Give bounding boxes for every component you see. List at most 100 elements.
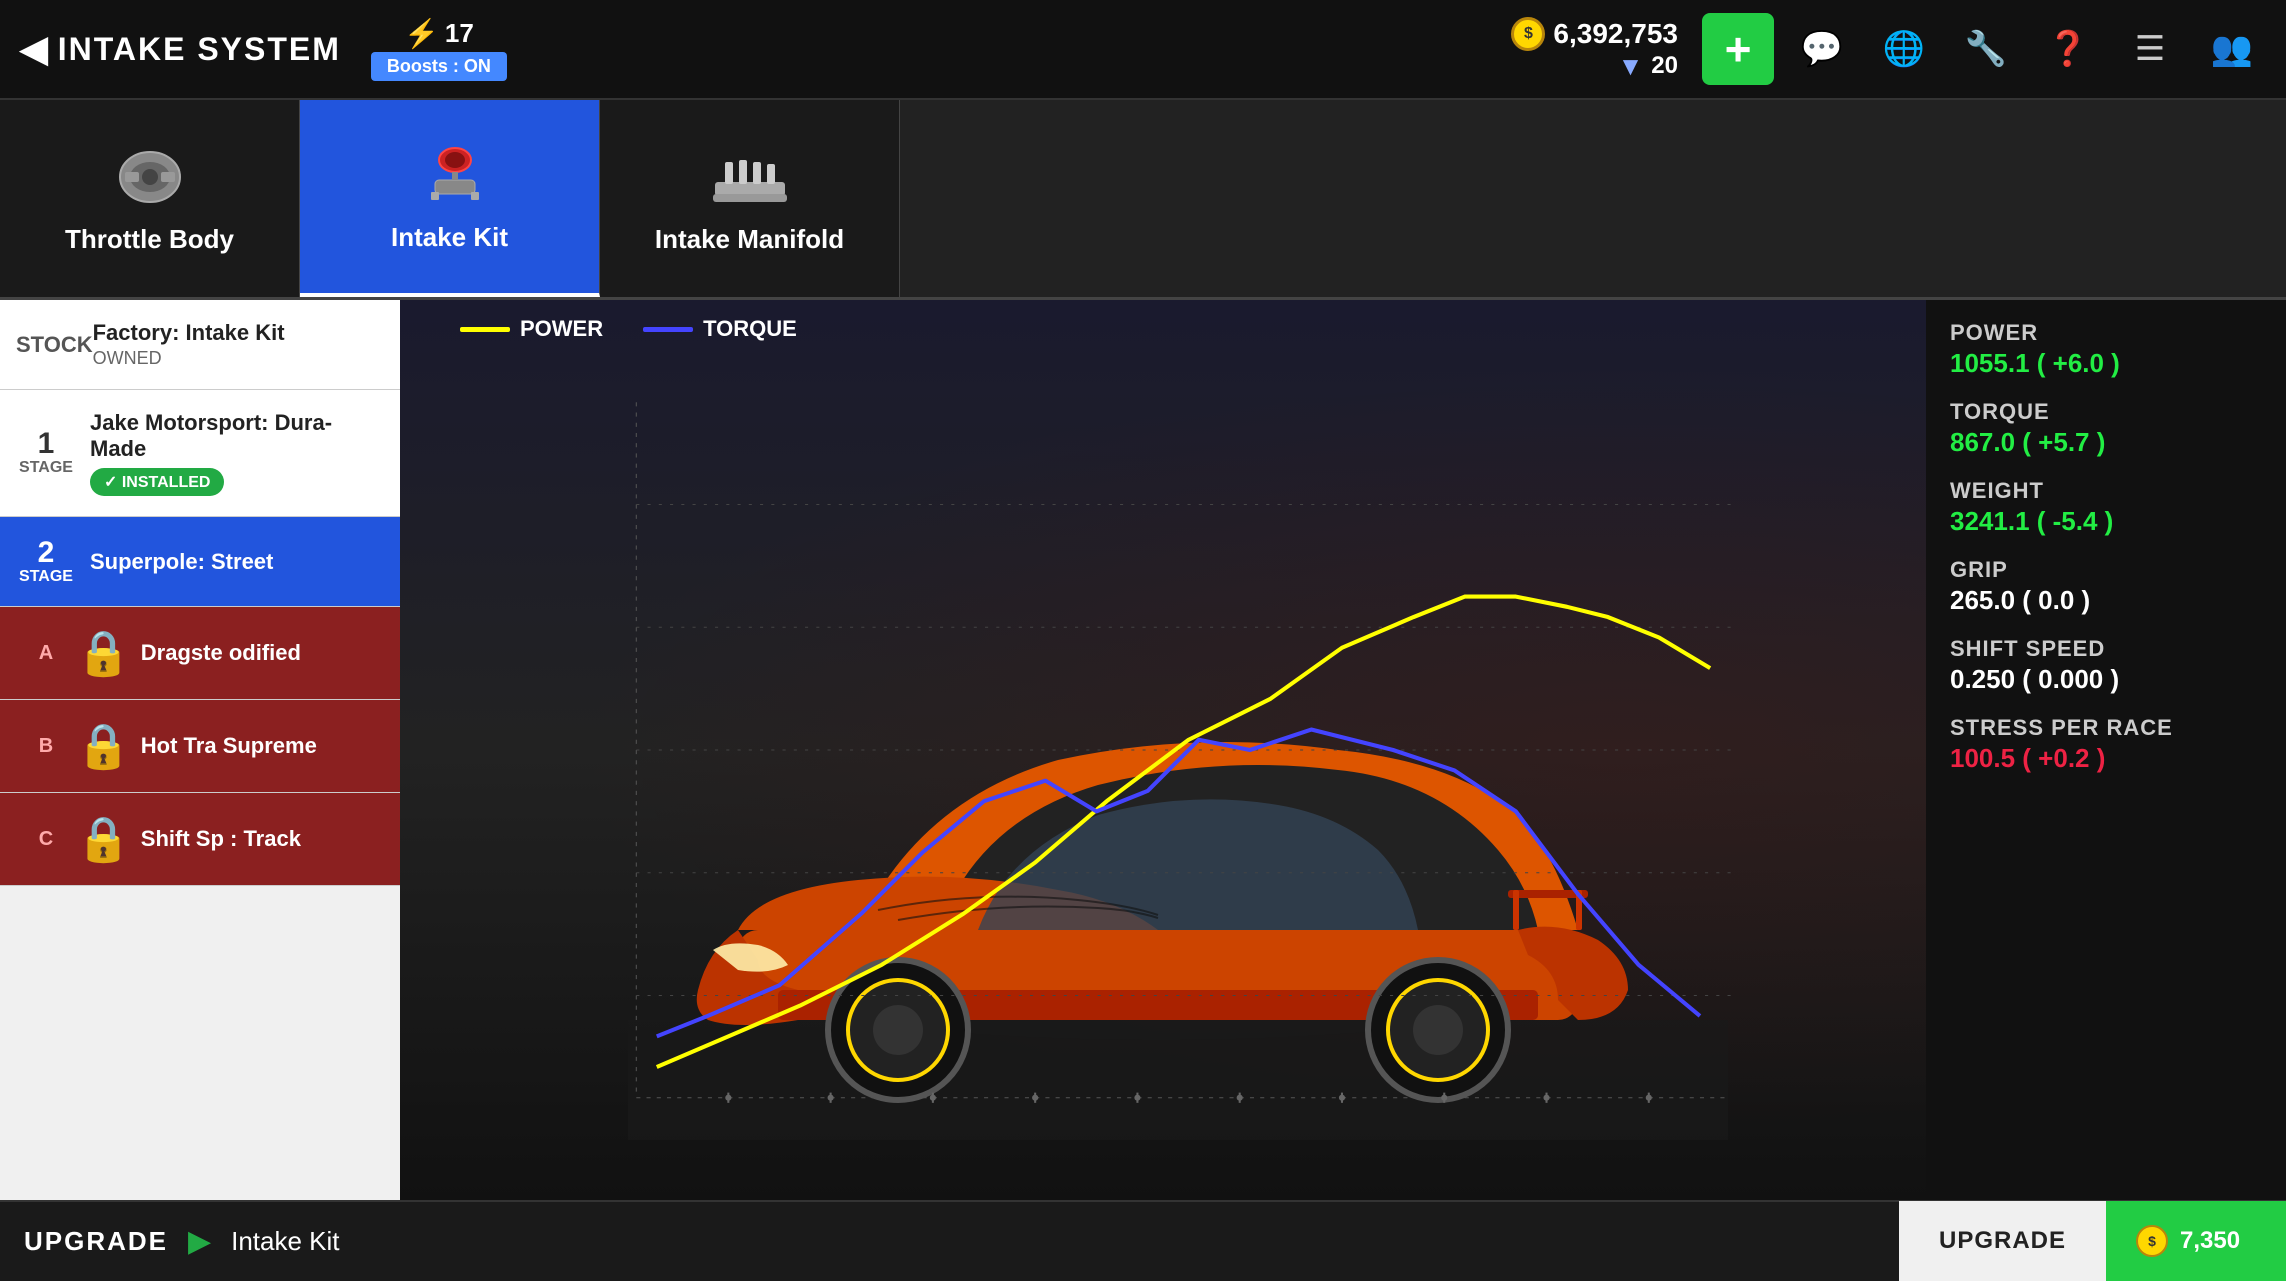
gems-display: ▼ 20 [1618,51,1678,82]
header-right: $ 6,392,753 ▼ 20 + 💬 🌐 🔧 ❓ ☰ 👥 [1511,13,2266,85]
stat-shift-speed: SHIFT SPEED 0.250 ( 0.000 ) [1950,636,2262,695]
upgrade-info-stage2: Superpole: Street [90,549,384,575]
menu-button[interactable]: ☰ [2116,15,2184,83]
power-line-indicator [460,327,510,332]
tab-throttle-body[interactable]: Throttle Body [0,100,300,297]
upgrade-info-stage1: Jake Motorsport: Dura-Made ✓ INSTALLED [90,410,384,496]
upgrade-sub-stock: OWNED [93,348,384,369]
upgrade-item-pro-b[interactable]: B 🔒 Hot Tra Supreme [0,700,400,793]
grip-label: GRIP [1950,557,2262,583]
stat-grip: GRIP 265.0 ( 0.0 ) [1950,557,2262,616]
gems-amount: 20 [1651,52,1678,80]
grip-value: 265.0 ( 0.0 ) [1950,585,2262,616]
stress-label: STRESS PER RACE [1950,715,2262,741]
stat-weight: WEIGHT 3241.1 ( -5.4 ) [1950,478,2262,537]
cost-coin-icon: $ [2136,1225,2168,1257]
power-value: 1055.1 ( +6.0 ) [1950,348,2262,379]
lightning-badge: ⚡ 17 [404,17,474,50]
stage1-text: STAGE [19,459,73,477]
bottom-part-name: Intake Kit [231,1226,339,1257]
bottom-left: UPGRADE ▶ Intake Kit [0,1224,1899,1259]
right-panel: POWER 1055.1 ( +6.0 ) TORQUE 867.0 ( +5.… [1926,300,2286,1200]
stage1-num: 1 [38,429,55,459]
upgrade-item-stage2[interactable]: 2 STAGE Superpole: Street [0,517,400,607]
tab-intake-kit-label: Intake Kit [391,222,508,253]
bottom-right: UPGRADE $ 7,350 [1899,1201,2286,1281]
play-icon: ▶ [188,1224,211,1259]
globe-button[interactable]: 🌐 [1870,15,1938,83]
page-title: INTAKE SYSTEM [58,31,341,68]
tabs-row: Throttle Body Intake Kit [0,100,2286,300]
upgrade-name-pro-c: Shift Sp : Track [141,826,384,852]
currency-info: $ 6,392,753 ▼ 20 [1511,17,1678,82]
stat-torque: TORQUE 867.0 ( +5.7 ) [1950,399,2262,458]
upgrade-item-stock[interactable]: STOCK Factory: Intake Kit OWNED [0,300,400,390]
power-legend-label: POWER [520,316,603,342]
boost-section: ⚡ 17 Boosts : ON [371,17,507,81]
stage2-label: 2 STAGE [16,538,76,586]
bottom-upgrade-label: UPGRADE [24,1226,168,1257]
pro-c-label: C [16,828,76,851]
lock-icon-b: 🔒 [76,720,131,772]
car-image-container [450,420,1906,1140]
tab-intake-kit[interactable]: Intake Kit [300,100,600,297]
weight-label: WEIGHT [1950,478,2262,504]
lock-icon-c: 🔒 [76,813,131,865]
upgrade-button[interactable]: UPGRADE [1899,1201,2106,1281]
installed-badge: ✓ INSTALLED [90,468,224,496]
pro-a-label: A [16,642,76,665]
cost-button[interactable]: $ 7,350 [2106,1201,2286,1281]
upgrade-name-stage1: Jake Motorsport: Dura-Made [90,410,384,462]
upgrade-info-stock: Factory: Intake Kit OWNED [93,320,384,369]
lightning-count: 17 [445,18,474,49]
upgrade-info-pro-c: Shift Sp : Track [141,826,384,852]
tab-intake-manifold-label: Intake Manifold [655,224,844,255]
tab-intake-manifold[interactable]: Intake Manifold [600,100,900,297]
social-button[interactable]: 👥 [2198,15,2266,83]
upgrade-info-pro-a: Dragste odified [141,640,384,666]
torque-value: 867.0 ( +5.7 ) [1950,427,2262,458]
power-label: POWER [1950,320,2262,346]
stage2-num: 2 [38,538,55,568]
shift-speed-label: SHIFT SPEED [1950,636,2262,662]
add-currency-button[interactable]: + [1702,13,1774,85]
torque-label: TORQUE [1950,399,2262,425]
wrench-button[interactable]: 🔧 [1952,15,2020,83]
back-arrow-icon: ◀ [20,28,48,70]
upgrade-name-stock: Factory: Intake Kit [93,320,384,346]
car-svg [628,540,1728,1140]
header: ◀ INTAKE SYSTEM ⚡ 17 Boosts : ON $ 6,392… [0,0,2286,100]
gold-amount: 6,392,753 [1553,18,1678,50]
torque-line-indicator [643,327,693,332]
gem-icon: ▼ [1618,51,1644,82]
upgrade-name-pro-b: Hot Tra Supreme [141,733,384,759]
stage1-label: 1 STAGE [16,429,76,477]
upgrade-name-stage2: Superpole: Street [90,549,384,575]
upgrade-item-stage1[interactable]: 1 STAGE Jake Motorsport: Dura-Made ✓ INS… [0,390,400,517]
boosts-button[interactable]: Boosts : ON [371,52,507,81]
stage2-text: STAGE [19,568,73,586]
upgrade-item-pro-c[interactable]: C 🔒 Shift Sp : Track [0,793,400,886]
weight-value: 3241.1 ( -5.4 ) [1950,506,2262,537]
upgrade-info-pro-b: Hot Tra Supreme [141,733,384,759]
power-legend: POWER [460,316,603,342]
stat-stress: STRESS PER RACE 100.5 ( +0.2 ) [1950,715,2262,774]
pro-b-label: B [16,735,76,758]
tab-throttle-body-label: Throttle Body [65,224,234,255]
stock-stage-label: STOCK [16,332,93,358]
gold-display: $ 6,392,753 [1511,17,1678,51]
center-panel: POWER TORQUE [400,300,1926,1200]
throttle-body-icon [105,142,195,212]
chat-button[interactable]: 💬 [1788,15,1856,83]
upgrade-name-pro-a: Dragste odified [141,640,384,666]
cost-amount: 7,350 [2180,1227,2240,1255]
stress-value: 100.5 ( +0.2 ) [1950,743,2262,774]
shift-speed-value: 0.250 ( 0.000 ) [1950,664,2262,695]
lock-icon-a: 🔒 [76,627,131,679]
upgrade-item-pro-a[interactable]: A 🔒 Dragste odified [0,607,400,700]
torque-legend: TORQUE [643,316,797,342]
stat-power: POWER 1055.1 ( +6.0 ) [1950,320,2262,379]
back-button[interactable]: ◀ INTAKE SYSTEM [20,28,341,70]
help-button[interactable]: ❓ [2034,15,2102,83]
coin-icon: $ [1511,17,1545,51]
